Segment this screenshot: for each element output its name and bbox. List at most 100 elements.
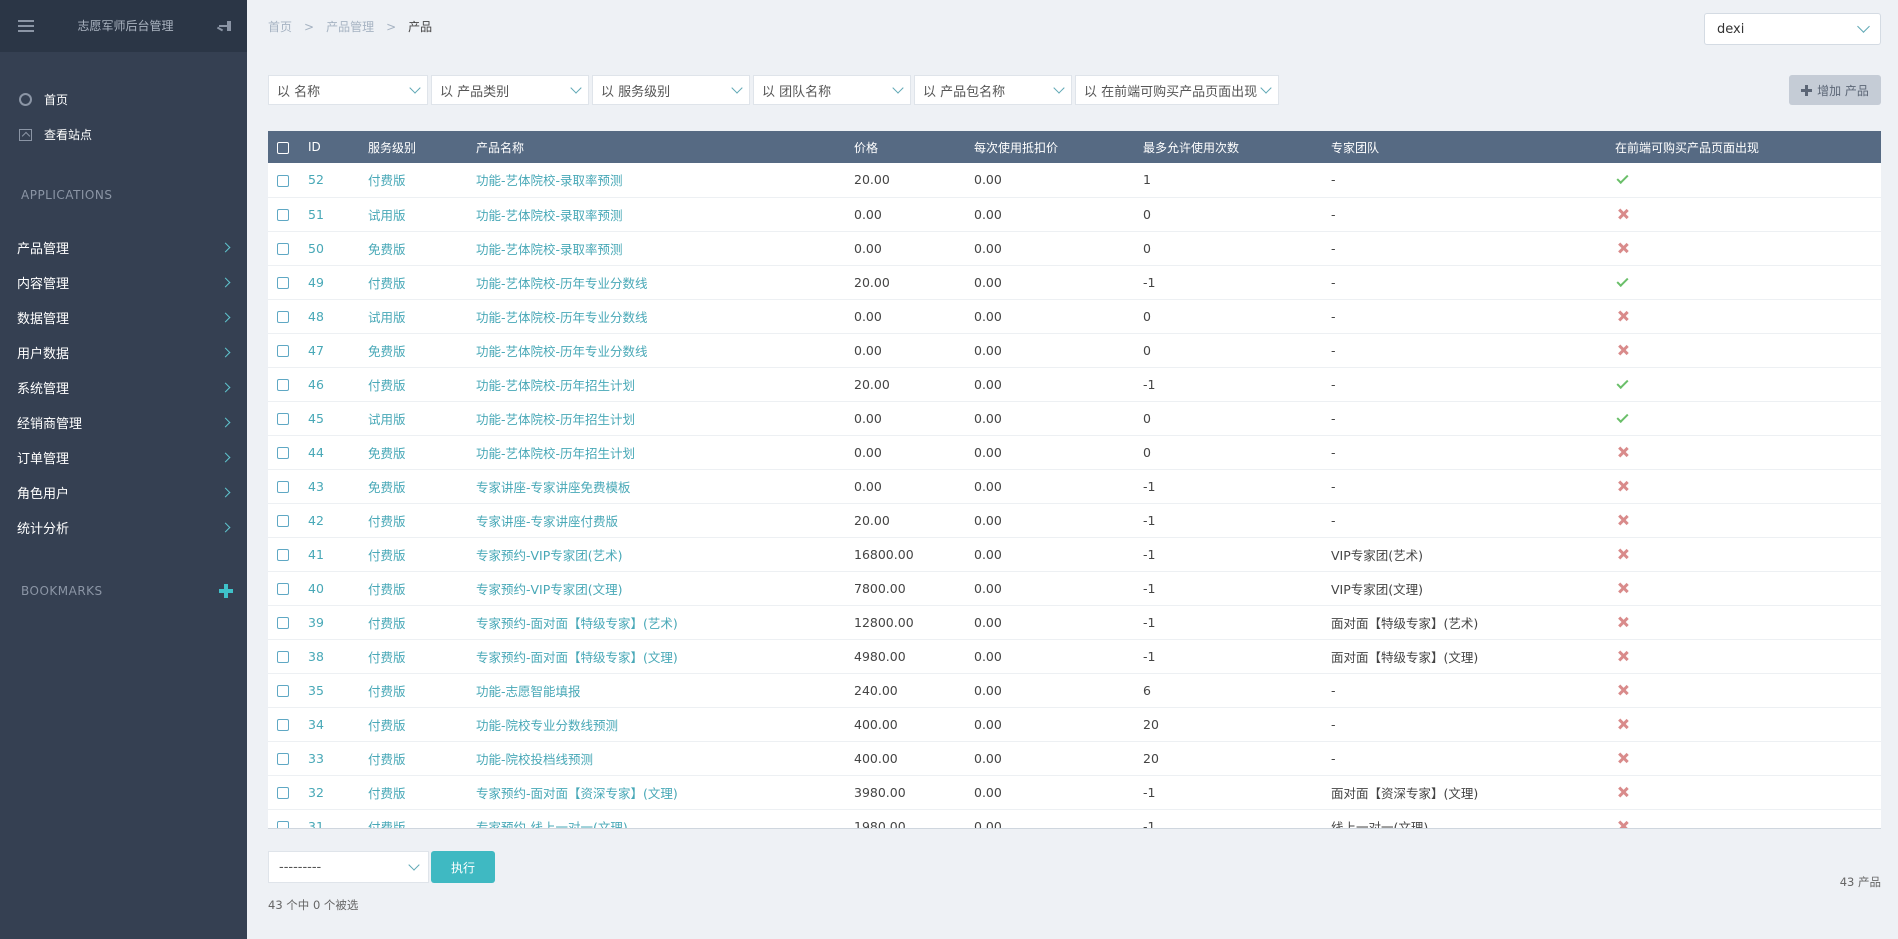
service-level-link[interactable]: 付费版 [368,173,406,188]
filter-package[interactable]: 以 产品包名称 [914,75,1072,105]
product-name-link[interactable]: 专家预约-VIP专家团(艺术) [476,548,623,563]
hamburger-menu-icon[interactable] [18,20,34,32]
action-dropdown[interactable]: --------- [268,851,429,883]
row-checkbox[interactable] [277,174,289,187]
product-name-link[interactable]: 功能-艺体院校-录取率预测 [476,242,623,257]
row-checkbox[interactable] [277,583,289,595]
product-name-link[interactable]: 专家预约-面对面【特级专家】(文理) [476,650,678,665]
service-level-link[interactable]: 免费版 [368,242,406,257]
service-level-link[interactable]: 付费版 [368,514,406,529]
service-level-link[interactable]: 试用版 [368,310,406,325]
header-team[interactable]: 专家团队 [1331,131,1615,163]
row-id-link[interactable]: 51 [308,207,324,222]
row-checkbox[interactable] [277,821,289,828]
product-name-link[interactable]: 功能-艺体院校-历年招生计划 [476,378,635,393]
service-level-link[interactable]: 付费版 [368,616,406,631]
service-level-link[interactable]: 免费版 [368,344,406,359]
filter-service-level[interactable]: 以 服务级别 [592,75,750,105]
row-checkbox[interactable] [277,651,289,663]
row-id-link[interactable]: 40 [308,581,324,596]
run-action-button[interactable]: 执行 [431,851,495,883]
row-id-link[interactable]: 31 [308,819,324,829]
row-id-link[interactable]: 39 [308,615,324,630]
add-product-button[interactable]: 增加 产品 [1789,75,1881,105]
row-id-link[interactable]: 41 [308,547,324,562]
header-price[interactable]: 价格 [854,131,974,163]
header-id[interactable]: ID [308,131,368,163]
product-name-link[interactable]: 功能-艺体院校-录取率预测 [476,173,623,188]
row-checkbox[interactable] [277,719,289,731]
sidebar-item-user-data[interactable]: 用户数据 [0,335,247,370]
product-name-link[interactable]: 功能-艺体院校-历年招生计划 [476,412,635,427]
service-level-link[interactable]: 免费版 [368,446,406,461]
product-name-link[interactable]: 功能-艺体院校-历年招生计划 [476,446,635,461]
user-dropdown[interactable]: dexi [1704,13,1881,45]
sidebar-item-content[interactable]: 内容管理 [0,265,247,300]
product-name-link[interactable]: 功能-志愿智能填报 [476,684,581,699]
sidebar-item-data[interactable]: 数据管理 [0,300,247,335]
header-deduction[interactable]: 每次使用抵扣价 [974,131,1143,163]
service-level-link[interactable]: 试用版 [368,412,406,427]
row-checkbox[interactable] [277,481,289,493]
pin-icon[interactable] [216,18,233,34]
product-name-link[interactable]: 功能-艺体院校-历年专业分数线 [476,276,648,291]
row-checkbox[interactable] [277,549,289,561]
row-id-link[interactable]: 50 [308,241,324,256]
row-id-link[interactable]: 47 [308,343,324,358]
service-level-link[interactable]: 付费版 [368,378,406,393]
header-max-uses[interactable]: 最多允许使用次数 [1143,131,1331,163]
filter-frontend-visible[interactable]: 以 在前端可购买产品页面出现 [1075,75,1279,105]
sidebar-item-system[interactable]: 系统管理 [0,370,247,405]
service-level-link[interactable]: 付费版 [368,684,406,699]
sidebar-item-statistics[interactable]: 统计分析 [0,510,247,545]
service-level-link[interactable]: 付费版 [368,650,406,665]
row-checkbox[interactable] [277,243,289,255]
add-bookmark-icon[interactable] [219,584,233,598]
header-service-level[interactable]: 服务级别 [368,131,476,163]
product-name-link[interactable]: 功能-院校投档线预测 [476,752,593,767]
row-id-link[interactable]: 46 [308,377,324,392]
filter-category[interactable]: 以 产品类别 [431,75,589,105]
sidebar-item-roles[interactable]: 角色用户 [0,475,247,510]
product-name-link[interactable]: 专家预约-面对面【特级专家】(艺术) [476,616,678,631]
breadcrumb-home[interactable]: 首页 [268,18,292,35]
row-id-link[interactable]: 43 [308,479,324,494]
row-id-link[interactable]: 49 [308,275,324,290]
row-checkbox[interactable] [277,311,289,323]
sidebar-item-products[interactable]: 产品管理 [0,230,247,265]
service-level-link[interactable]: 付费版 [368,820,406,829]
breadcrumb-section[interactable]: 产品管理 [326,18,374,35]
header-frontend-visible[interactable]: 在前端可购买产品页面出现 [1615,131,1881,163]
row-id-link[interactable]: 44 [308,445,324,460]
row-checkbox[interactable] [277,379,289,391]
row-id-link[interactable]: 34 [308,717,324,732]
product-name-link[interactable]: 功能-艺体院校-历年专业分数线 [476,344,648,359]
service-level-link[interactable]: 付费版 [368,718,406,733]
row-checkbox[interactable] [277,753,289,765]
product-name-link[interactable]: 专家讲座-专家讲座免费模板 [476,480,631,495]
service-level-link[interactable]: 付费版 [368,548,406,563]
product-name-link[interactable]: 功能-艺体院校-录取率预测 [476,208,623,223]
sidebar-item-orders[interactable]: 订单管理 [0,440,247,475]
product-name-link[interactable]: 专家预约-线上一对一(文理) [476,820,628,829]
row-id-link[interactable]: 35 [308,683,324,698]
header-product-name[interactable]: 产品名称 [476,131,854,163]
service-level-link[interactable]: 付费版 [368,786,406,801]
service-level-link[interactable]: 付费版 [368,582,406,597]
service-level-link[interactable]: 试用版 [368,208,406,223]
row-checkbox[interactable] [277,277,289,289]
row-checkbox[interactable] [277,515,289,527]
product-name-link[interactable]: 功能-院校专业分数线预测 [476,718,618,733]
row-id-link[interactable]: 45 [308,411,324,426]
row-checkbox[interactable] [277,413,289,425]
service-level-link[interactable]: 付费版 [368,276,406,291]
row-checkbox[interactable] [277,685,289,697]
quick-link-view-site[interactable]: 查看站点 [0,117,247,152]
row-id-link[interactable]: 38 [308,649,324,664]
row-id-link[interactable]: 33 [308,751,324,766]
filter-name[interactable]: 以 名称 [268,75,428,105]
row-checkbox[interactable] [277,617,289,629]
row-checkbox[interactable] [277,345,289,357]
product-name-link[interactable]: 专家预约-面对面【资深专家】(文理) [476,786,678,801]
service-level-link[interactable]: 免费版 [368,480,406,495]
